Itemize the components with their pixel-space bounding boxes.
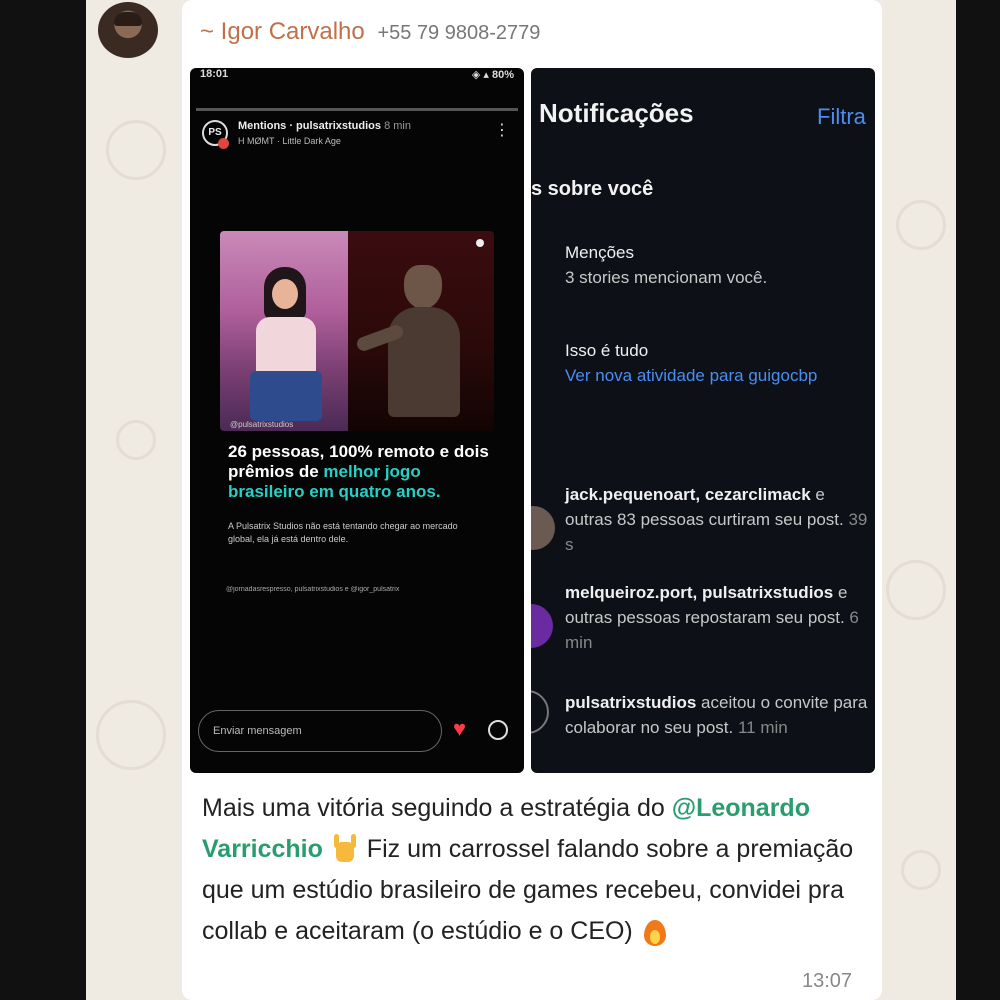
message-timestamp: 13:07 [802, 970, 853, 992]
notification-item[interactable]: pulsatrixstudios aceitou o convite para … [565, 690, 871, 740]
message-text: Mais uma vitória seguindo a estratégia d… [202, 788, 867, 952]
sender-name[interactable]: ~ Igor Carvalho [200, 18, 365, 45]
wallpaper-doodle [96, 700, 166, 770]
notification-strong: pulsatrixstudios [565, 693, 697, 712]
rock-on-hand-icon [330, 834, 360, 866]
story-title: Mentions · pulsatrixstudios 8 min [238, 120, 411, 132]
photo-tag: @pulsatrixstudios [230, 420, 294, 429]
notification-link[interactable]: Ver nova atividade para guigocbp [565, 363, 871, 388]
story-subtext: A Pulsatrix Studios não está tentando ch… [228, 521, 458, 544]
notification-item[interactable]: Isso é tudo Ver nova atividade para guig… [565, 338, 871, 388]
sender-phone: +55 79 9808-2779 [377, 22, 541, 44]
send-message-input[interactable]: Enviar mensagem [198, 710, 442, 752]
story-progress-bar [196, 108, 518, 111]
woman-face [272, 279, 298, 309]
wallpaper-doodle [106, 120, 166, 180]
status-time: 18:01 [200, 68, 229, 80]
notification-strong: Menções [565, 243, 634, 262]
filter-link[interactable]: Filtra [817, 104, 866, 130]
creature-body [388, 307, 460, 417]
notification-strong: jack.pequenoart, cezarclimack [565, 485, 811, 504]
sender-avatar[interactable] [98, 2, 158, 58]
woman-body [256, 317, 316, 377]
live-badge-icon [218, 138, 229, 149]
wallpaper-doodle [116, 420, 156, 460]
woman-skirt [250, 371, 322, 421]
story-screenshot-image[interactable]: 18:01 ◈ ▴ 80% PS Mentions · pulsatrixstu… [190, 68, 524, 773]
game-creature-photo [348, 231, 494, 431]
story-headline: 26 pessoas, 100% remoto e dois prêmios d… [228, 442, 498, 502]
notification-avatar [531, 506, 555, 550]
notification-strong: melqueiroz.port, pulsatrixstudios [565, 583, 834, 602]
story-ago: 8 min [384, 120, 411, 132]
notifications-section-title: s sobre você [531, 178, 654, 200]
story-music: H MØMT · Little Dark Age [238, 136, 341, 146]
send-icon[interactable] [488, 720, 508, 740]
status-icons: ◈ ▴ 80% [471, 69, 514, 81]
story-header: PS Mentions · pulsatrixstudios 8 min H M… [202, 120, 512, 160]
story-account: Mentions · pulsatrixstudios [238, 120, 382, 132]
creature-head [404, 265, 442, 309]
more-options-icon[interactable]: ⋮ [494, 120, 510, 140]
notifications-title: Notificações [539, 98, 694, 128]
notification-item[interactable]: melqueiroz.port, pulsatrixstudios e outr… [565, 580, 871, 655]
wallpaper-doodle [901, 850, 941, 890]
wallpaper-doodle [886, 560, 946, 620]
story-dot-icon [476, 239, 484, 247]
notification-item[interactable]: jack.pequenoart, cezarclimack e outras 8… [565, 482, 871, 557]
notifications-screenshot-image[interactable]: Notificações Filtra s sobre você Menções… [531, 68, 875, 773]
fire-icon [640, 916, 670, 948]
notification-text: 3 stories mencionam você. [565, 268, 768, 287]
status-bar: 18:01 ◈ ▴ 80% [200, 68, 514, 82]
notification-avatar [531, 604, 553, 648]
message-text-before: Mais uma vitória seguindo a estratégia d… [202, 794, 672, 822]
wallpaper-doodle [896, 200, 946, 250]
notification-strong: Isso é tudo [565, 341, 649, 360]
woman-photo [220, 231, 348, 431]
notification-avatar [531, 690, 549, 734]
notification-item[interactable]: Menções 3 stories mencionam você. [565, 240, 871, 290]
story-photo-collage [220, 231, 494, 431]
story-mentions: @jornadasrespresso, pulsatrixstudios e @… [226, 586, 400, 593]
heart-icon[interactable]: ♥ [453, 718, 475, 740]
sender-header[interactable]: ~ Igor Carvalho +55 79 9808-2779 [200, 18, 540, 46]
notification-time: 11 min [733, 718, 788, 737]
